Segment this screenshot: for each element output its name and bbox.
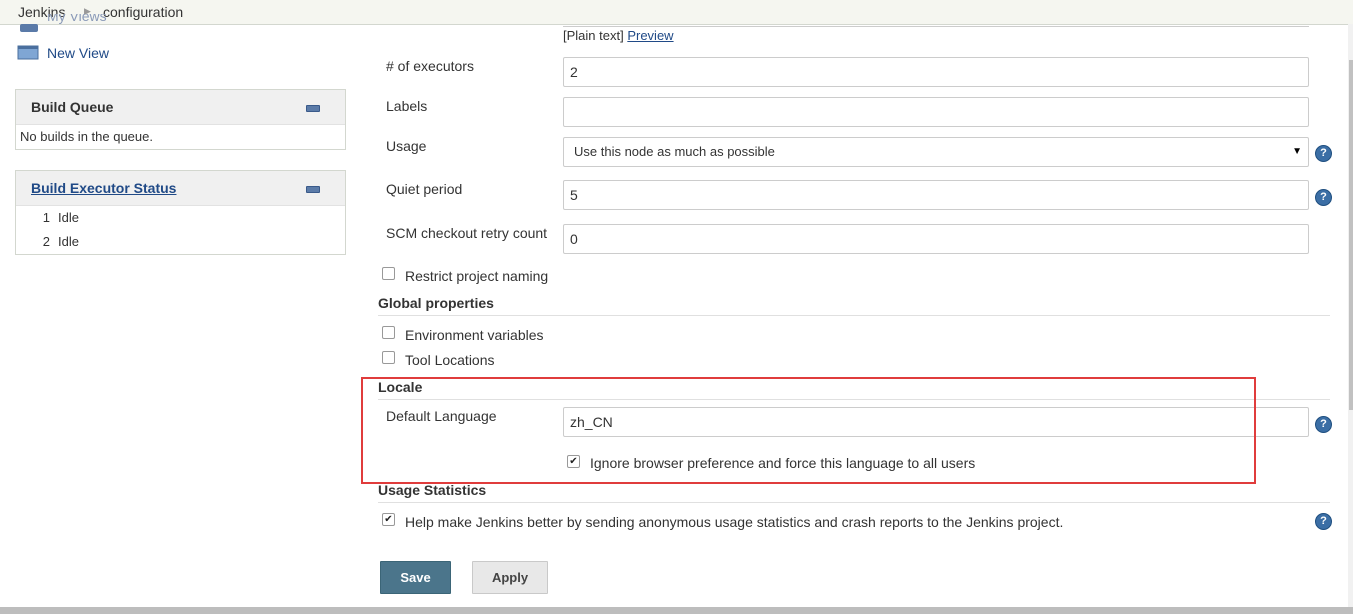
usage-select[interactable]: Use this node as much as possible ▼ [563,137,1309,167]
executor-status: Idle [58,234,79,249]
executor-status-title[interactable]: Build Executor Status [31,180,176,196]
restrict-naming-checkbox[interactable] [382,267,395,280]
quiet-period-label: Quiet period [386,181,463,197]
scm-retry-label: SCM checkout retry count [386,225,548,241]
save-button[interactable]: Save [380,561,451,594]
usage-statistics-title: Usage Statistics [378,482,487,498]
scm-retry-input[interactable]: 0 [563,224,1309,254]
restrict-naming-label: Restrict project naming [405,268,549,284]
tool-locations-checkbox[interactable] [382,351,395,364]
labels-input[interactable] [563,97,1309,127]
executors-label: # of executors [386,58,474,74]
help-icon[interactable]: ? [1315,189,1332,206]
plain-text-label: [Plain text] [563,28,624,43]
collapse-icon[interactable] [306,186,320,193]
executor-row: 1 Idle [20,206,341,230]
sidebar-item-new-view[interactable]: New View [47,45,109,61]
usage-label: Usage [386,138,427,154]
section-divider [378,502,1330,503]
usage-stats-checkbox[interactable]: ✔ [382,513,395,526]
markup-format-note: [Plain text] Preview [563,28,674,43]
global-properties-title: Global properties [378,295,494,311]
build-queue-title: Build Queue [31,99,114,115]
executor-status-header: Build Executor Status [16,171,345,206]
highlight-box [361,377,1256,484]
new-view-icon [17,45,39,60]
usage-select-value: Use this node as much as possible [574,144,775,159]
env-vars-label: Environment variables [405,327,544,343]
breadcrumb: Jenkins ▶ configuration [0,0,1353,25]
apply-button[interactable]: Apply [472,561,548,594]
scrollbar-thumb[interactable] [1349,60,1353,410]
executor-status-panel: Build Executor Status 1 Idle 2 Idle [15,170,346,255]
help-icon[interactable]: ? [1315,145,1332,162]
tool-locations-label: Tool Locations [405,352,495,368]
help-icon[interactable]: ? [1315,416,1332,433]
collapse-icon[interactable] [306,105,320,112]
executor-number: 1 [42,210,50,225]
section-divider [378,315,1330,316]
usage-stats-label: Help make Jenkins better by sending anon… [405,514,1064,530]
sidebar-item-my-views[interactable]: My Views [47,14,107,24]
env-vars-checkbox[interactable] [382,326,395,339]
system-message-textarea-edge[interactable] [563,24,1309,27]
executor-row: 2 Idle [20,230,341,254]
build-queue-header: Build Queue [16,90,345,125]
breadcrumb-configuration[interactable]: configuration [103,4,183,20]
my-views-icon [20,24,38,32]
quiet-period-input[interactable]: 5 [563,180,1309,210]
preview-link[interactable]: Preview [627,28,673,43]
labels-label: Labels [386,98,428,114]
chevron-down-icon: ▼ [1292,146,1302,157]
help-icon[interactable]: ? [1315,513,1332,530]
bottom-edge [0,607,1353,614]
executors-input[interactable]: 2 [563,57,1309,87]
executor-status: Idle [58,210,79,225]
build-queue-empty: No builds in the queue. [20,129,153,144]
build-queue-panel: Build Queue No builds in the queue. [15,89,346,150]
executor-number: 2 [42,234,50,249]
